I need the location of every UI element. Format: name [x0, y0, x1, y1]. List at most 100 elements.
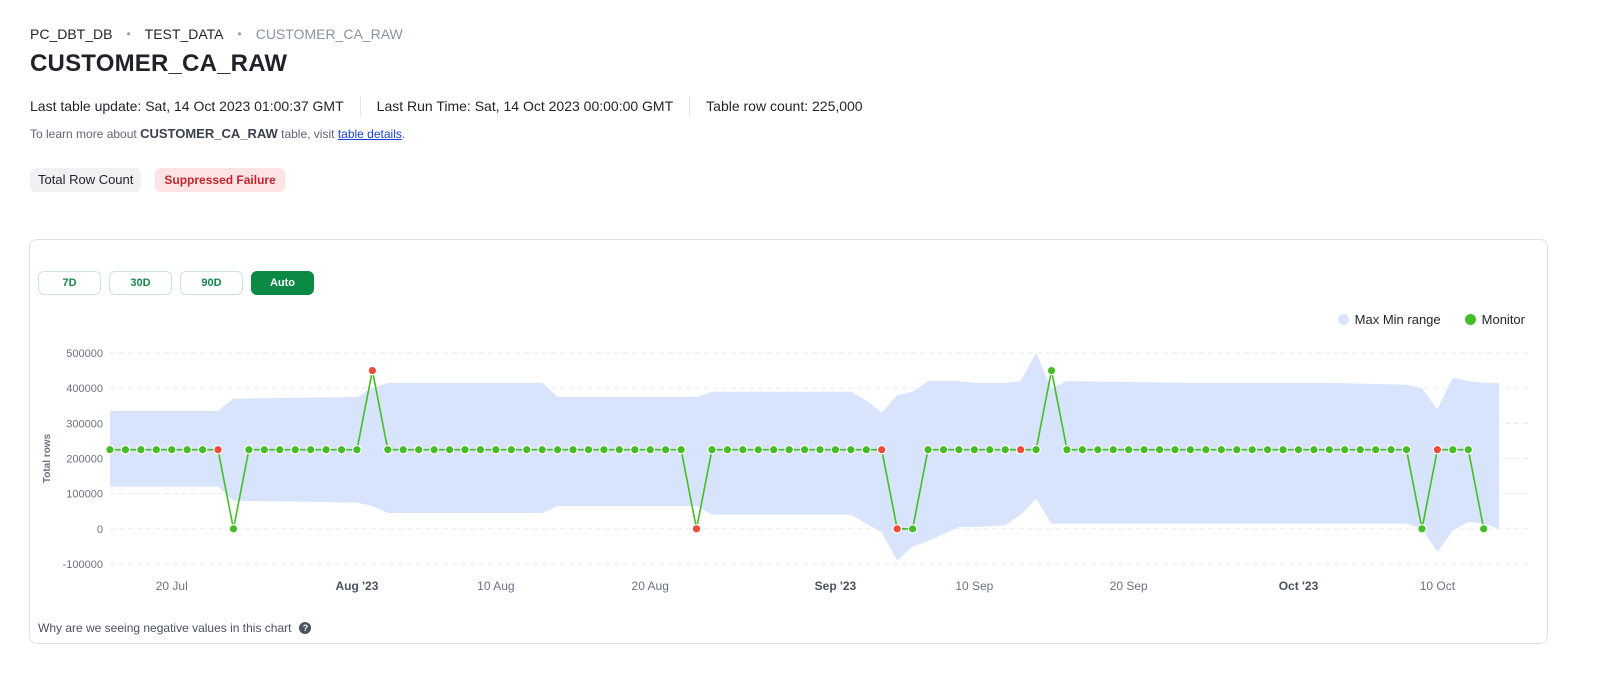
monitor-point — [907, 524, 918, 534]
learn-more-text: To learn more about CUSTOMER_CA_RAW tabl… — [30, 126, 405, 141]
monitor-point — [166, 444, 177, 455]
x-tick-label: 20 Sep — [1110, 579, 1148, 593]
monitor-point — [305, 444, 316, 455]
monitor-tags: Total Row Count Suppressed Failure — [30, 168, 285, 192]
monitor-point — [1000, 444, 1011, 455]
monitor-point — [429, 444, 439, 455]
monitor-point — [1093, 444, 1103, 455]
range-auto-button[interactable]: Auto — [251, 271, 314, 295]
monitor-point — [1448, 444, 1458, 455]
monitor-point — [413, 444, 424, 455]
monitor-point — [599, 444, 609, 455]
range-90d-button[interactable]: 90D — [180, 271, 243, 295]
learn-table-name: CUSTOMER_CA_RAW — [140, 126, 278, 141]
monitor-point — [768, 444, 779, 455]
y-axis-label: Total rows — [42, 433, 53, 483]
x-tick-label: 20 Jul — [156, 579, 188, 593]
legend-item-range[interactable]: Max Min range — [1337, 312, 1441, 327]
monitor-point — [1139, 444, 1149, 455]
negative-values-note: Why are we seeing negative values in thi… — [38, 621, 292, 635]
breadcrumb-database[interactable]: PC_DBT_DB — [30, 26, 112, 42]
breadcrumb-separator: • — [126, 27, 131, 41]
last-run-time: Last Run Time: Sat, 14 Oct 2023 00:00:00… — [376, 98, 674, 114]
monitor-point — [984, 444, 995, 455]
monitor-point — [1062, 444, 1072, 455]
monitor-point — [444, 444, 455, 455]
monitor-point — [228, 524, 239, 534]
anomaly-point — [892, 524, 902, 534]
chart-footer: Why are we seeing negative values in thi… — [38, 621, 312, 635]
monitor-point — [1386, 444, 1396, 455]
monitor-point — [352, 444, 362, 455]
monitor-point — [398, 444, 409, 455]
monitor-point — [799, 444, 810, 455]
learn-prefix: To learn more about — [30, 127, 141, 141]
anomaly-point — [367, 365, 378, 376]
y-tick-label: 400000 — [66, 383, 103, 395]
monitor-point — [846, 444, 856, 455]
range-7d-button[interactable]: 7D — [38, 271, 101, 295]
question-circle-icon[interactable]: ? — [299, 622, 312, 634]
monitor-point — [1463, 444, 1474, 455]
divider — [359, 96, 361, 116]
monitor-point — [830, 444, 841, 455]
x-tick-label: Sep '23 — [815, 579, 857, 593]
breadcrumb-schema[interactable]: TEST_DATA — [145, 26, 224, 42]
legend-range-label: Max Min range — [1354, 312, 1441, 327]
monitor-point — [1355, 444, 1366, 455]
anomaly-point — [876, 444, 887, 455]
monitor-point — [506, 444, 517, 455]
monitor-point — [1370, 444, 1381, 455]
learn-middle: table, visit — [277, 127, 338, 141]
x-tick-label: 20 Aug — [632, 579, 669, 593]
table-row-count: Table row count: 225,000 — [706, 98, 863, 114]
monitor-point — [383, 444, 393, 455]
status-badge: Suppressed Failure — [155, 168, 285, 192]
anomaly-point — [1432, 444, 1443, 455]
x-tick-label: 10 Sep — [955, 579, 993, 593]
monitor-point — [1231, 444, 1242, 455]
monitor-point — [938, 444, 949, 455]
monitor-point — [954, 444, 964, 455]
monitor-point — [475, 444, 486, 455]
x-tick-label: 10 Oct — [1420, 579, 1456, 593]
monitor-point — [1108, 444, 1119, 455]
monitor-point — [676, 444, 686, 455]
monitor-point — [1324, 444, 1335, 455]
monitor-point — [120, 444, 131, 455]
legend-item-monitor[interactable]: Monitor — [1464, 312, 1525, 327]
monitor-point — [491, 444, 501, 455]
monitor-point — [645, 444, 656, 455]
chart-legend: Max Min range Monitor — [1337, 312, 1525, 327]
monitor-point — [1401, 444, 1412, 455]
monitor-point — [1201, 444, 1211, 455]
monitor-point — [923, 444, 933, 455]
x-tick-label: Oct '23 — [1279, 579, 1319, 593]
divider — [689, 96, 691, 116]
anomaly-point — [1015, 444, 1026, 455]
chart-panel: 500000 400000 300000 200000 100000 0 -100000 To… — [29, 239, 1548, 644]
y-tick-label: 200000 — [66, 454, 103, 466]
page-title: CUSTOMER_CA_RAW — [30, 50, 288, 77]
monitor-point — [197, 444, 208, 455]
range-30d-button[interactable]: 30D — [109, 271, 172, 295]
monitor-point — [969, 444, 980, 455]
monitor-point — [660, 444, 671, 455]
monitor-point — [1417, 524, 1427, 534]
monitor-point — [1278, 444, 1288, 455]
table-details-link[interactable]: table details — [338, 127, 402, 141]
y-tick-label: 500000 — [66, 348, 103, 360]
monitor-point — [151, 444, 162, 455]
y-tick-label: 300000 — [66, 418, 103, 430]
monitor-point — [259, 444, 270, 455]
breadcrumb: PC_DBT_DB • TEST_DATA • CUSTOMER_CA_RAW — [30, 26, 403, 42]
monitor-point — [290, 444, 301, 455]
monitor-point — [244, 444, 254, 455]
monitor-point — [707, 444, 717, 455]
monitor-point — [1046, 365, 1057, 376]
metric-tag: Total Row Count — [30, 168, 142, 192]
legend-monitor-swatch — [1464, 314, 1476, 325]
monitor-point — [1154, 444, 1165, 455]
anomaly-point — [691, 524, 702, 534]
x-tick-label: 10 Aug — [477, 579, 514, 593]
